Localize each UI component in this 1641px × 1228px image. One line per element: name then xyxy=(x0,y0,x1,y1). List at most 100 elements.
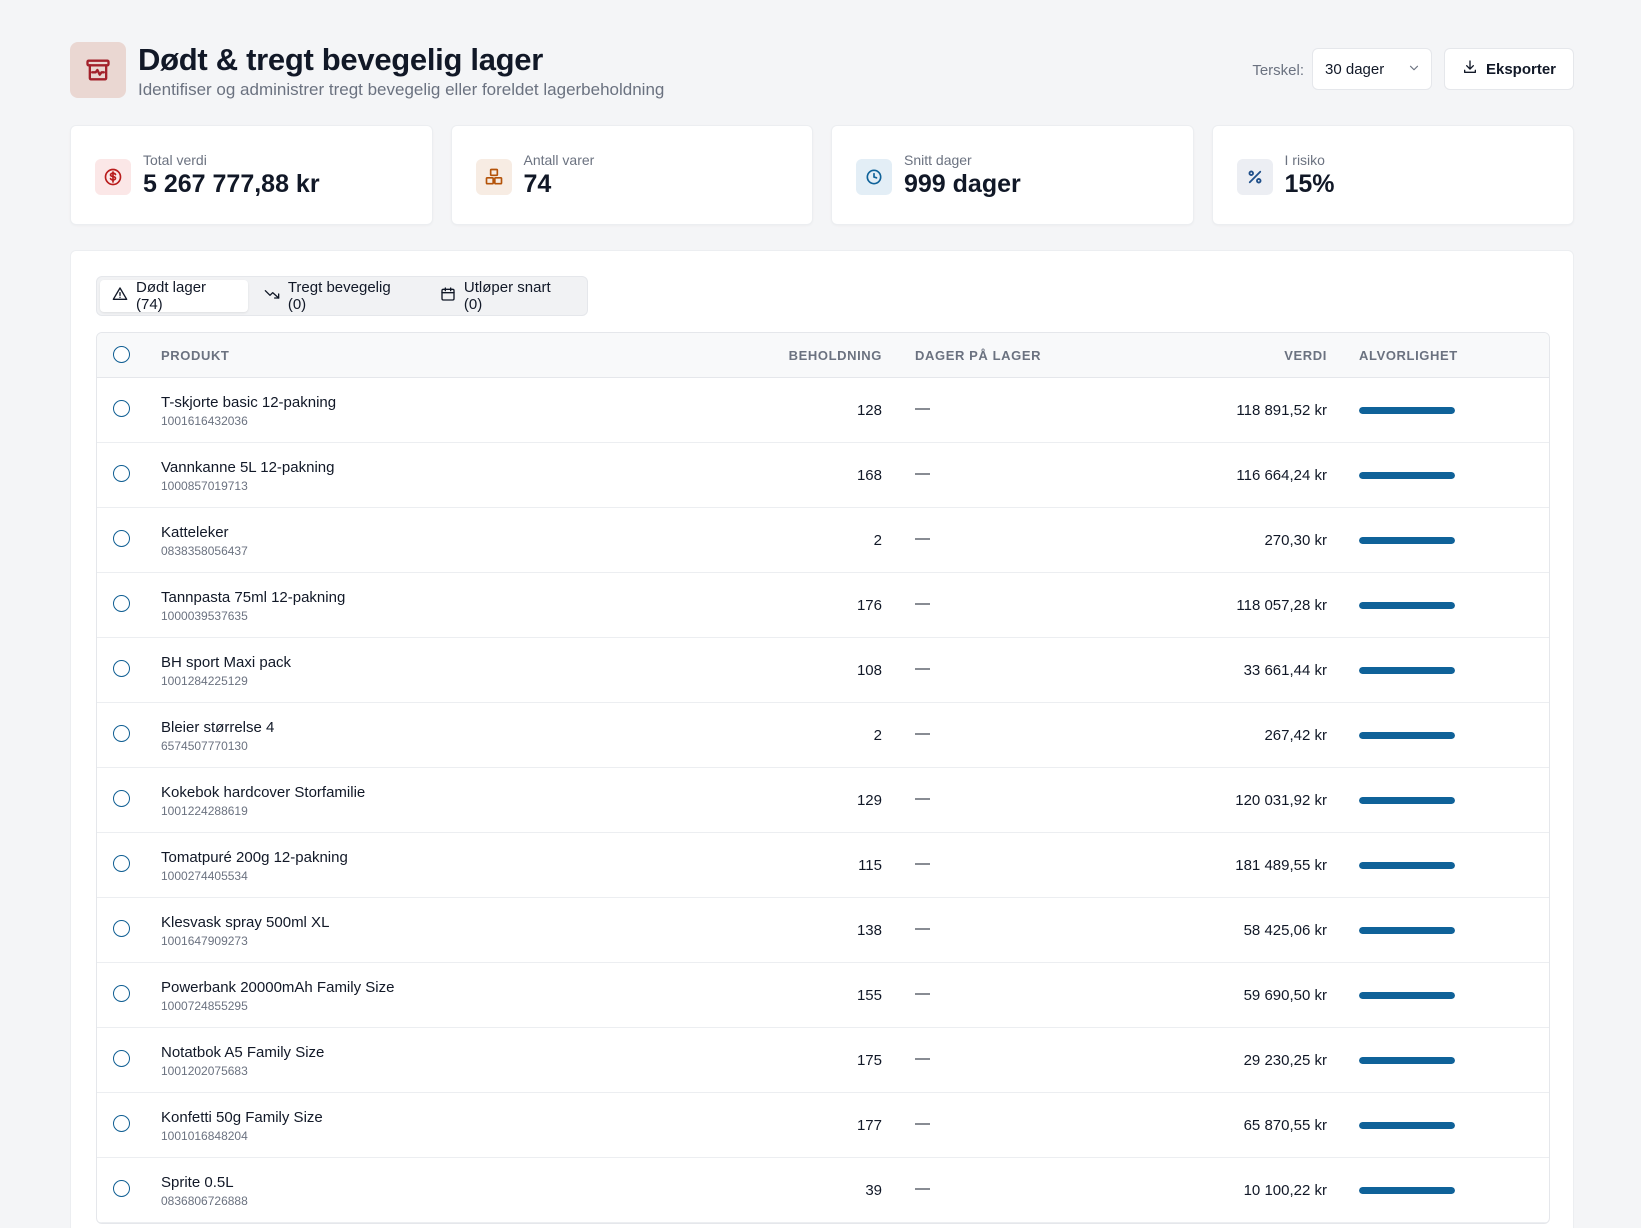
warning-triangle-icon xyxy=(112,286,128,306)
severity-bar xyxy=(1359,1187,1455,1194)
row-checkbox[interactable] xyxy=(113,790,130,807)
stock-value: 181 489,55 kr xyxy=(1235,857,1327,874)
stock-quantity: 175 xyxy=(856,1052,882,1069)
severity-bar-fill xyxy=(1359,1057,1455,1064)
kpi-cards: Total verdi 5 267 777,88 kr Antall varer… xyxy=(70,125,1574,225)
product-sku: 1001202075683 xyxy=(161,1064,248,1078)
product-sku: 1001016848204 xyxy=(161,1129,248,1143)
product-name: Tannpasta 75ml 12-pakning xyxy=(161,589,346,606)
product-name: Vannkanne 5L 12-pakning xyxy=(161,459,335,476)
column-header-product[interactable]: PRODUKT xyxy=(161,348,229,363)
table-header: PRODUKT BEHOLDNING DAGER PÅ LAGER VERDI … xyxy=(97,333,1549,378)
kpi-value: 999 dager xyxy=(904,170,1021,198)
kpi-card-total-value: Total verdi 5 267 777,88 kr xyxy=(70,125,433,225)
stock-quantity: 176 xyxy=(856,597,882,614)
column-header-qty[interactable]: BEHOLDNING xyxy=(789,348,882,363)
severity-bar-fill xyxy=(1359,1122,1455,1129)
severity-bar xyxy=(1359,1122,1455,1129)
percent-icon xyxy=(1236,159,1273,195)
severity-bar xyxy=(1359,1057,1455,1064)
column-header-value[interactable]: VERDI xyxy=(1284,348,1327,363)
severity-bar-fill xyxy=(1359,407,1455,414)
column-header-severity[interactable]: ALVORLIGHET xyxy=(1359,348,1458,363)
severity-bar xyxy=(1359,667,1455,674)
days-in-stock: — xyxy=(915,920,930,937)
table-row[interactable]: Bleier størrelse 4 6574507770130 2 — 267,42 … xyxy=(97,703,1549,768)
row-checkbox[interactable] xyxy=(113,660,130,677)
severity-bar-fill xyxy=(1359,1187,1455,1194)
chevron-down-icon xyxy=(1407,61,1421,79)
severity-bar xyxy=(1359,602,1455,609)
threshold-label: Terskel: xyxy=(1252,62,1304,79)
table-row[interactable]: Katteleker 0838358056437 2 — 270,30 kr xyxy=(97,508,1549,573)
kpi-label: Snitt dager xyxy=(904,152,972,168)
stock-quantity: 168 xyxy=(856,467,882,484)
product-sku: 1001224288619 xyxy=(161,804,248,818)
stock-quantity: 128 xyxy=(856,402,882,419)
row-checkbox[interactable] xyxy=(113,725,130,742)
severity-bar xyxy=(1359,537,1455,544)
product-name: Notatbok A5 Family Size xyxy=(161,1044,325,1061)
select-all-checkbox[interactable] xyxy=(113,346,130,363)
export-button[interactable]: Eksporter xyxy=(1444,48,1574,90)
table-row[interactable]: Vannkanne 5L 12-pakning 1000857019713 168 —… xyxy=(97,443,1549,508)
days-in-stock: — xyxy=(915,1115,930,1132)
tab-slow-moving[interactable]: Tregt bevegelig (0) xyxy=(252,279,424,313)
kpi-label: Antall varer xyxy=(523,152,595,168)
kpi-card-avg-days: Snitt dager 999 dager xyxy=(831,125,1194,225)
table-row[interactable]: Powerbank 20000mAh Family Size 1000724855… xyxy=(97,963,1549,1028)
row-checkbox[interactable] xyxy=(113,530,130,547)
product-sku: 1001616432036 xyxy=(161,414,248,428)
table-row[interactable]: Konfetti 50g Family Size 1001016848204 177… xyxy=(97,1093,1549,1158)
product-name: BH sport Maxi pack xyxy=(161,654,292,671)
table-row[interactable]: Notatbok A5 Family Size 1001202075683 175 —… xyxy=(97,1028,1549,1093)
tab-expiring-soon[interactable]: Utløper snart (0) xyxy=(428,279,584,313)
table-row[interactable]: BH sport Maxi pack 1001284225129 108 — 33 66… xyxy=(97,638,1549,703)
trending-down-icon xyxy=(264,286,280,306)
threshold-select[interactable]: 30 dager xyxy=(1312,48,1432,90)
severity-bar xyxy=(1359,797,1455,804)
severity-bar-fill xyxy=(1359,927,1455,934)
severity-bar-fill xyxy=(1359,667,1455,674)
kpi-card-at-risk: I risiko 15% xyxy=(1211,125,1574,225)
column-header-days[interactable]: DAGER PÅ LAGER xyxy=(915,348,1041,363)
boxes-icon xyxy=(475,159,512,195)
severity-bar xyxy=(1359,407,1455,414)
severity-bar-fill xyxy=(1359,862,1455,869)
row-checkbox[interactable] xyxy=(113,920,130,937)
threshold-value: 30 dager xyxy=(1325,60,1385,78)
table-row[interactable]: Tomatpuré 200g 12-pakning 1000274405534 11… xyxy=(97,833,1549,898)
stock-value: 29 230,25 kr xyxy=(1243,1052,1327,1069)
table-row[interactable]: Kokebok hardcover Storfamilie 10012242886… xyxy=(97,768,1549,833)
stock-value: 118 891,52 kr xyxy=(1236,402,1327,419)
calendar-icon xyxy=(440,286,456,306)
stock-value: 116 664,24 kr xyxy=(1236,467,1327,484)
severity-bar-fill xyxy=(1359,797,1455,804)
table-row[interactable]: Tannpasta 75ml 12-pakning 1000039537635 17… xyxy=(97,573,1549,638)
severity-bar-fill xyxy=(1359,732,1455,739)
days-in-stock: — xyxy=(915,1180,930,1197)
row-checkbox[interactable] xyxy=(113,1115,130,1132)
stock-quantity: 155 xyxy=(856,987,882,1004)
row-checkbox[interactable] xyxy=(113,855,130,872)
severity-bar xyxy=(1359,732,1455,739)
row-checkbox[interactable] xyxy=(113,595,130,612)
tab-dead-stock[interactable]: Dødt lager (74) xyxy=(100,279,248,313)
severity-bar xyxy=(1359,927,1455,934)
days-in-stock: — xyxy=(915,985,930,1002)
table-row[interactable]: Sprite 0.5L 0836806726888 39 — 10 100,22 kr xyxy=(97,1158,1549,1223)
product-sku: 6574507770130 xyxy=(161,739,248,753)
row-checkbox[interactable] xyxy=(113,1050,130,1067)
severity-bar xyxy=(1359,992,1455,999)
days-in-stock: — xyxy=(915,530,930,547)
row-checkbox[interactable] xyxy=(113,1180,130,1197)
table-row[interactable]: Klesvask spray 500ml XL 1001647909273 138 —… xyxy=(97,898,1549,963)
row-checkbox[interactable] xyxy=(113,465,130,482)
table-row[interactable]: T-skjorte basic 12-pakning 1001616432036 1… xyxy=(97,378,1549,443)
product-name: Kokebok hardcover Storfamilie xyxy=(161,784,366,801)
row-checkbox[interactable] xyxy=(113,985,130,1002)
product-name: Klesvask spray 500ml XL xyxy=(161,914,330,931)
page-subtitle: Identifiser og administrer tregt bevegel… xyxy=(138,80,665,99)
stock-value: 59 690,50 kr xyxy=(1243,987,1327,1004)
row-checkbox[interactable] xyxy=(113,400,130,417)
